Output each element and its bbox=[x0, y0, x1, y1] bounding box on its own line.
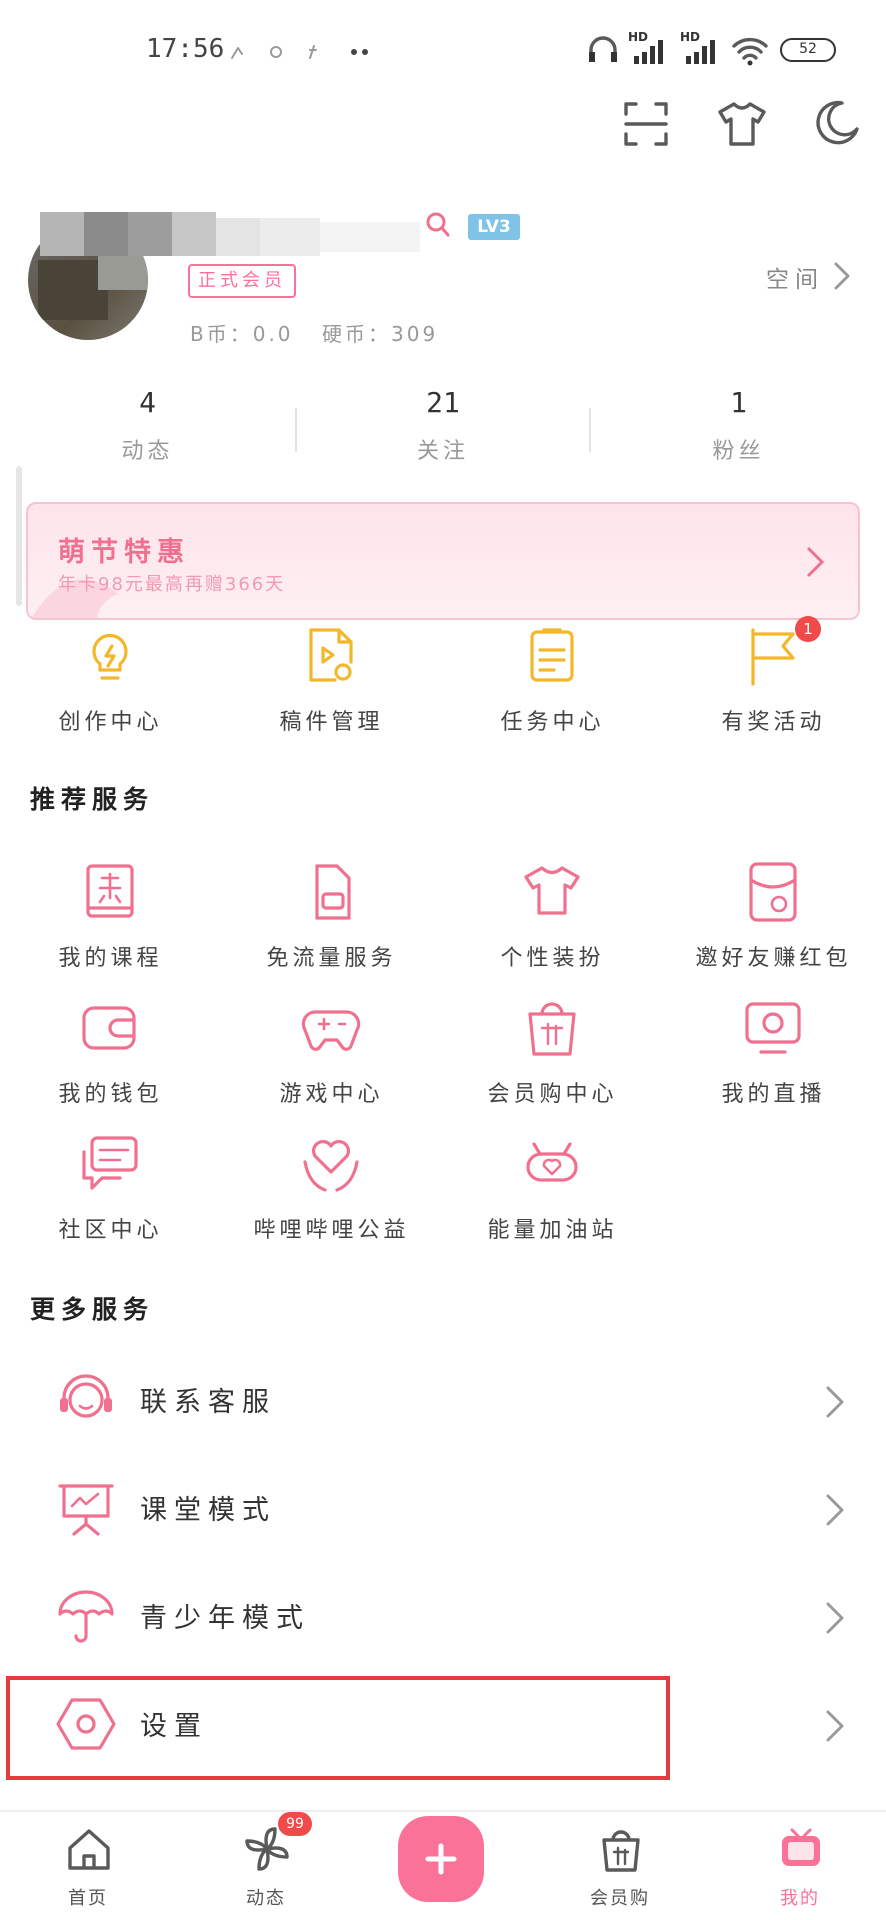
heart-hands-icon bbox=[299, 1132, 363, 1196]
service-personal-dress[interactable]: 个性装扮 bbox=[442, 860, 663, 980]
vip-promo-banner[interactable]: 萌节特惠 年卡98元最高再赠366天 bbox=[26, 502, 860, 620]
publish-button[interactable] bbox=[398, 1816, 484, 1902]
service-bilibili-charity[interactable]: 哔哩哔哩公益 bbox=[221, 1132, 442, 1252]
tv-mascot-icon bbox=[778, 1826, 824, 1872]
gender-icon bbox=[422, 210, 452, 240]
status-bar: 17:56 HD HD 52 bbox=[0, 0, 886, 100]
sim-card-icon bbox=[299, 860, 363, 924]
tshirt-icon bbox=[520, 860, 584, 924]
notification-badge: 1 bbox=[795, 616, 821, 642]
signal-icon-2: HD bbox=[680, 30, 724, 66]
battery-icon: 52 bbox=[780, 38, 836, 62]
plus-icon bbox=[425, 1843, 457, 1875]
stat-fans[interactable]: 1 粉丝 bbox=[591, 386, 886, 476]
stat-dynamics-value: 4 bbox=[139, 386, 156, 419]
recommended-services-title: 推荐服务 bbox=[30, 785, 155, 814]
coins-hard: 硬币：309 bbox=[322, 322, 439, 346]
stat-fans-value: 1 bbox=[730, 386, 747, 419]
signal-icon: HD bbox=[628, 30, 672, 66]
more-services-title: 更多服务 bbox=[30, 1295, 155, 1324]
video-file-icon bbox=[299, 624, 363, 688]
stat-dynamics-label: 动态 bbox=[121, 439, 174, 464]
level-badge: LV3 bbox=[468, 214, 520, 240]
red-envelope-icon bbox=[741, 860, 805, 924]
chevron-right-icon bbox=[826, 1386, 844, 1418]
stat-following-label: 关注 bbox=[416, 439, 469, 464]
lightbulb-icon bbox=[78, 624, 142, 688]
tab-dynamics[interactable]: 99 动态 bbox=[206, 1812, 326, 1920]
service-game-center[interactable]: 游戏中心 bbox=[221, 996, 442, 1116]
service-my-wallet[interactable]: 我的钱包 bbox=[0, 996, 221, 1116]
energy-station-icon bbox=[520, 1132, 584, 1196]
service-member-shop[interactable]: 会员购中心 bbox=[442, 996, 663, 1116]
stat-dynamics[interactable]: 4 动态 bbox=[0, 386, 295, 476]
promo-title: 萌节特惠 bbox=[58, 537, 190, 568]
tab-home[interactable]: 首页 bbox=[28, 1826, 148, 1920]
menu-teen-mode[interactable]: 青少年模式 bbox=[0, 1568, 886, 1668]
tab-bar-divider bbox=[0, 1810, 886, 1812]
service-invite-friends[interactable]: 邀好友赚红包 bbox=[663, 860, 884, 980]
tab-member-shop[interactable]: 会员购 bbox=[560, 1826, 680, 1920]
quick-action-manuscript-management[interactable]: 稿件管理 bbox=[221, 624, 442, 744]
clipboard-icon bbox=[520, 624, 584, 688]
chevron-right-icon bbox=[826, 1494, 844, 1526]
night-mode-icon[interactable] bbox=[812, 98, 862, 148]
notification-icons bbox=[230, 40, 370, 64]
chevron-right-icon bbox=[826, 1710, 844, 1742]
classroom-board-icon bbox=[56, 1478, 116, 1538]
status-time: 17:56 bbox=[146, 34, 225, 64]
quick-action-reward-activity[interactable]: 1 有奖活动 bbox=[663, 616, 884, 744]
service-free-data[interactable]: 免流量服务 bbox=[221, 860, 442, 980]
tshirt-icon[interactable] bbox=[716, 98, 768, 150]
chevron-right-icon bbox=[806, 546, 825, 578]
service-energy-station[interactable]: 能量加油站 bbox=[442, 1132, 663, 1252]
promo-subtitle: 年卡98元最高再赠366天 bbox=[58, 574, 286, 595]
space-link[interactable]: 空间 bbox=[766, 256, 856, 296]
course-book-icon bbox=[78, 860, 142, 924]
wallet-icon bbox=[78, 996, 142, 1060]
username-mosaic bbox=[40, 212, 440, 272]
chevron-right-icon bbox=[826, 1602, 844, 1634]
scan-icon[interactable] bbox=[622, 100, 670, 148]
stat-fans-label: 粉丝 bbox=[712, 439, 765, 464]
umbrella-icon bbox=[56, 1586, 116, 1646]
chat-bubbles-icon bbox=[78, 1132, 142, 1196]
menu-contact-service[interactable]: 联系客服 bbox=[0, 1352, 886, 1452]
coins-b: B币：0.0 bbox=[190, 322, 294, 346]
headset-icon bbox=[56, 1370, 116, 1430]
headphones-icon bbox=[586, 32, 620, 66]
quick-action-task-center[interactable]: 任务中心 bbox=[442, 624, 663, 744]
home-icon bbox=[66, 1826, 112, 1872]
settings-highlight-box bbox=[6, 1676, 670, 1780]
scroll-indicator bbox=[16, 466, 22, 606]
service-my-course[interactable]: 我的课程 bbox=[0, 860, 221, 980]
shopping-bag-icon bbox=[520, 996, 584, 1060]
gamepad-icon bbox=[299, 996, 363, 1060]
service-community-center[interactable]: 社区中心 bbox=[0, 1132, 221, 1252]
tab-notification-badge: 99 bbox=[278, 1812, 312, 1836]
menu-classroom-mode[interactable]: 课堂模式 bbox=[0, 1460, 886, 1560]
tv-icon bbox=[741, 996, 805, 1060]
shopping-bag-icon bbox=[598, 1826, 644, 1872]
quick-action-creation-center[interactable]: 创作中心 bbox=[0, 624, 221, 744]
service-my-live[interactable]: 我的直播 bbox=[663, 996, 884, 1116]
member-badge[interactable]: 正式会员 bbox=[188, 264, 296, 298]
wifi-icon bbox=[730, 34, 770, 66]
stat-following-value: 21 bbox=[426, 386, 460, 419]
tab-mine[interactable]: 我的 bbox=[740, 1826, 860, 1920]
stat-following[interactable]: 21 关注 bbox=[297, 386, 589, 476]
